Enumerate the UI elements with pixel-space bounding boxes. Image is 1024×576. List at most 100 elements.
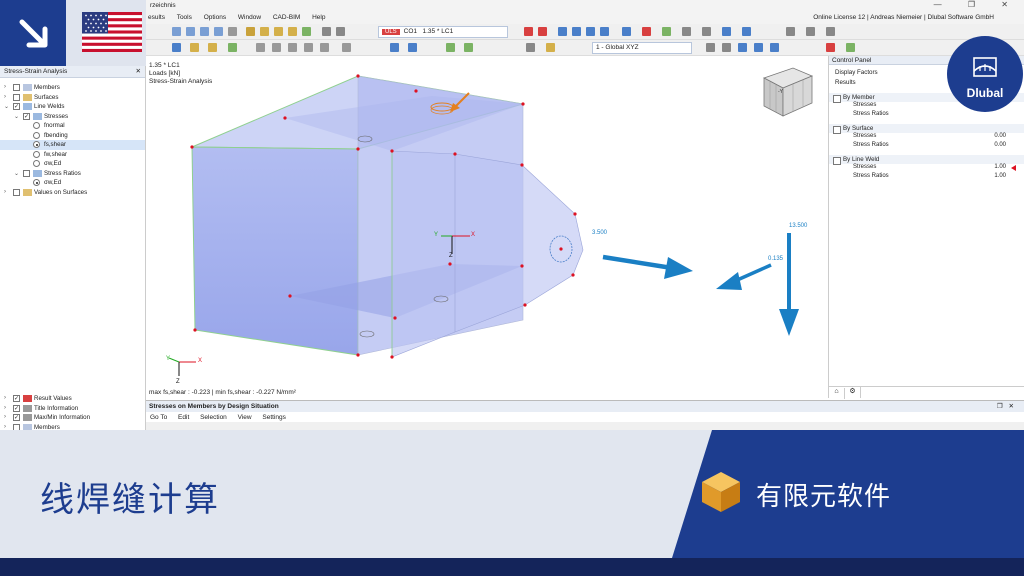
checkbox-checked[interactable]: ✓ — [13, 395, 20, 402]
close-icon[interactable] — [826, 43, 835, 52]
radio-button[interactable] — [33, 131, 40, 139]
load-icon[interactable] — [446, 43, 455, 52]
tree-item-members[interactable]: › Members — [0, 83, 145, 93]
display-icon[interactable] — [558, 27, 567, 36]
checkbox-checked[interactable]: ✓ — [23, 112, 30, 120]
tree-item-ratio-sigma-w-ed[interactable]: σw,Ed — [0, 178, 145, 188]
member-icon[interactable] — [288, 43, 297, 52]
close-icon[interactable]: ✕ — [136, 67, 141, 75]
view-icon[interactable] — [186, 27, 195, 36]
panel-icon[interactable] — [846, 43, 855, 52]
display-icon[interactable] — [572, 27, 581, 36]
tree-item-title-information[interactable]: › ✓ Title Information — [0, 404, 145, 414]
checkbox[interactable] — [13, 188, 20, 196]
tool-icon[interactable] — [526, 43, 535, 52]
draw-icon[interactable] — [208, 43, 217, 52]
chevron-right-icon[interactable]: › — [4, 189, 6, 195]
load-icon[interactable] — [464, 43, 473, 52]
menu-options[interactable]: Options — [204, 14, 226, 21]
checkbox[interactable] — [13, 93, 20, 101]
view-icon[interactable] — [754, 43, 763, 52]
checkbox-checked[interactable]: ✓ — [13, 404, 20, 412]
radio-button[interactable] — [33, 160, 40, 167]
radio-button-selected[interactable] — [33, 141, 40, 148]
tool-icon[interactable] — [546, 43, 555, 52]
tree-item-sigma-w-ed[interactable]: σw,Ed — [0, 159, 145, 169]
tool-icon[interactable] — [806, 27, 815, 36]
checkbox[interactable] — [13, 84, 20, 91]
view-cube[interactable] — [762, 67, 814, 117]
tree-item-surfaces[interactable]: › Surfaces — [0, 93, 145, 103]
view-icon[interactable] — [200, 27, 209, 36]
menu-results[interactable]: esults — [148, 14, 165, 21]
model-icon[interactable] — [302, 27, 311, 36]
tool-icon[interactable] — [336, 27, 345, 36]
view-icon[interactable] — [738, 43, 747, 52]
chevron-down-icon[interactable]: ⌄ — [4, 103, 9, 110]
cp-row[interactable]: Stress Ratios 0.00 — [829, 142, 1024, 151]
chevron-right-icon[interactable]: › — [4, 94, 6, 100]
table-menu-selection[interactable]: Selection — [200, 414, 227, 421]
view-icon[interactable] — [706, 43, 715, 52]
table-menu-view[interactable]: View — [238, 414, 252, 421]
tree-item-line-welds[interactable]: ⌄ ✓ Line Welds — [0, 102, 145, 112]
tab-settings-icon[interactable]: ⚙ — [845, 387, 861, 398]
chevron-right-icon[interactable]: › — [4, 414, 6, 420]
result-icon[interactable] — [538, 27, 547, 36]
cad-icon[interactable] — [274, 27, 283, 36]
radio-button[interactable] — [33, 122, 40, 129]
member-icon[interactable] — [320, 43, 329, 52]
display-icon[interactable] — [600, 27, 609, 36]
cp-row[interactable]: Stresses 1.00 — [829, 164, 1024, 173]
tree-item-fnormal[interactable]: fnormal — [0, 121, 145, 131]
cp-row[interactable]: Stresses 0.00 — [829, 133, 1024, 142]
coordinate-system-select[interactable]: 1 - Global XYZ — [592, 42, 692, 54]
loadcase-select[interactable]: ULS CO1 1.35 * LC1 — [378, 26, 508, 38]
tree-item-result-values[interactable]: › ✓ Result Values — [0, 394, 145, 404]
cad-icon[interactable] — [260, 27, 269, 36]
chevron-down-icon[interactable]: ⌄ — [14, 113, 19, 120]
menu-tools[interactable]: Tools — [177, 14, 192, 21]
tree-item-fw-shear[interactable]: fw,shear — [0, 150, 145, 160]
draw-icon[interactable] — [190, 43, 199, 52]
view-icon[interactable] — [214, 27, 223, 36]
chevron-down-icon[interactable]: ⌄ — [14, 170, 19, 177]
select-icon[interactable] — [172, 43, 181, 52]
chevron-right-icon[interactable]: › — [4, 405, 6, 411]
tool-icon[interactable] — [682, 27, 691, 36]
tree-item-fs-shear[interactable]: fs,shear — [0, 140, 145, 150]
tool-icon[interactable] — [826, 27, 835, 36]
tree-item-max-min-information[interactable]: › ✓ Max/Min Information — [0, 413, 145, 423]
tool-icon[interactable] — [702, 27, 711, 36]
menu-window[interactable]: Window — [238, 14, 261, 21]
group-header[interactable]: By Line Weld — [829, 155, 1024, 165]
box-model[interactable] — [190, 74, 584, 359]
cad-icon[interactable] — [288, 27, 297, 36]
tree-item-stress-ratios[interactable]: ⌄ Stress Ratios — [0, 169, 145, 179]
3d-viewport[interactable]: 1.35 * LC1 Loads [kN] Stress-Strain Anal… — [146, 56, 828, 398]
chevron-right-icon[interactable]: › — [4, 424, 6, 430]
member-icon[interactable] — [256, 43, 265, 52]
tool-icon[interactable] — [786, 27, 795, 36]
display-icon[interactable] — [722, 27, 731, 36]
display-icon[interactable] — [742, 27, 751, 36]
table-menu-settings[interactable]: Settings — [262, 414, 286, 421]
panel-controls[interactable]: ❐✕ — [997, 402, 1020, 410]
cp-row[interactable]: Stress Ratios 1.00 — [829, 173, 1024, 182]
member-icon[interactable] — [342, 43, 351, 52]
table-menu-edit[interactable]: Edit — [178, 414, 189, 421]
radio-button[interactable] — [33, 150, 40, 158]
check-icon[interactable] — [662, 27, 671, 36]
chevron-right-icon[interactable]: › — [4, 395, 6, 401]
tab-display-icon[interactable]: ⌂ — [829, 388, 845, 399]
table-menu-goto[interactable]: Go To — [150, 414, 167, 421]
group-header[interactable]: By Surface — [829, 124, 1024, 134]
tree-item-stresses[interactable]: ⌄ ✓ Stresses — [0, 112, 145, 122]
chevron-right-icon[interactable]: › — [4, 84, 6, 90]
view-icon[interactable] — [770, 43, 779, 52]
menu-cad-bim[interactable]: CAD-BIM — [273, 14, 300, 21]
checkbox[interactable] — [23, 169, 30, 177]
delete-icon[interactable] — [642, 27, 651, 36]
display-icon[interactable] — [622, 27, 631, 36]
cp-row[interactable]: Stress Ratios — [829, 111, 1024, 120]
